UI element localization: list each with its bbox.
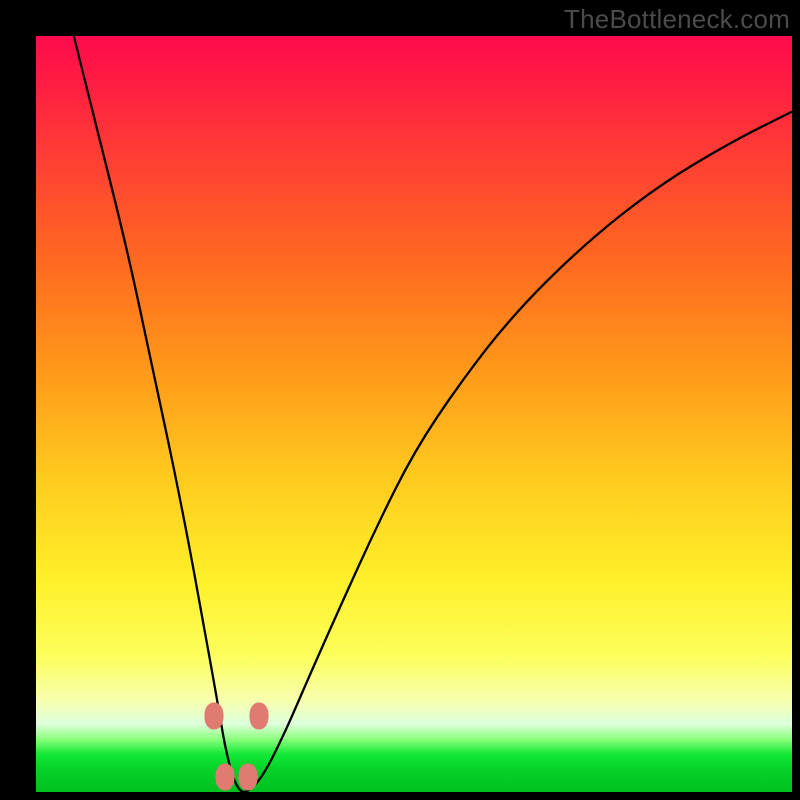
curve-svg <box>36 36 792 792</box>
plot-area <box>36 36 792 792</box>
bottleneck-curve <box>74 36 792 792</box>
marker-3 <box>238 763 257 790</box>
watermark-text: TheBottleneck.com <box>564 4 790 35</box>
marker-0 <box>204 703 223 730</box>
marker-2 <box>216 763 235 790</box>
chart-container: TheBottleneck.com <box>0 0 800 800</box>
marker-1 <box>250 703 269 730</box>
